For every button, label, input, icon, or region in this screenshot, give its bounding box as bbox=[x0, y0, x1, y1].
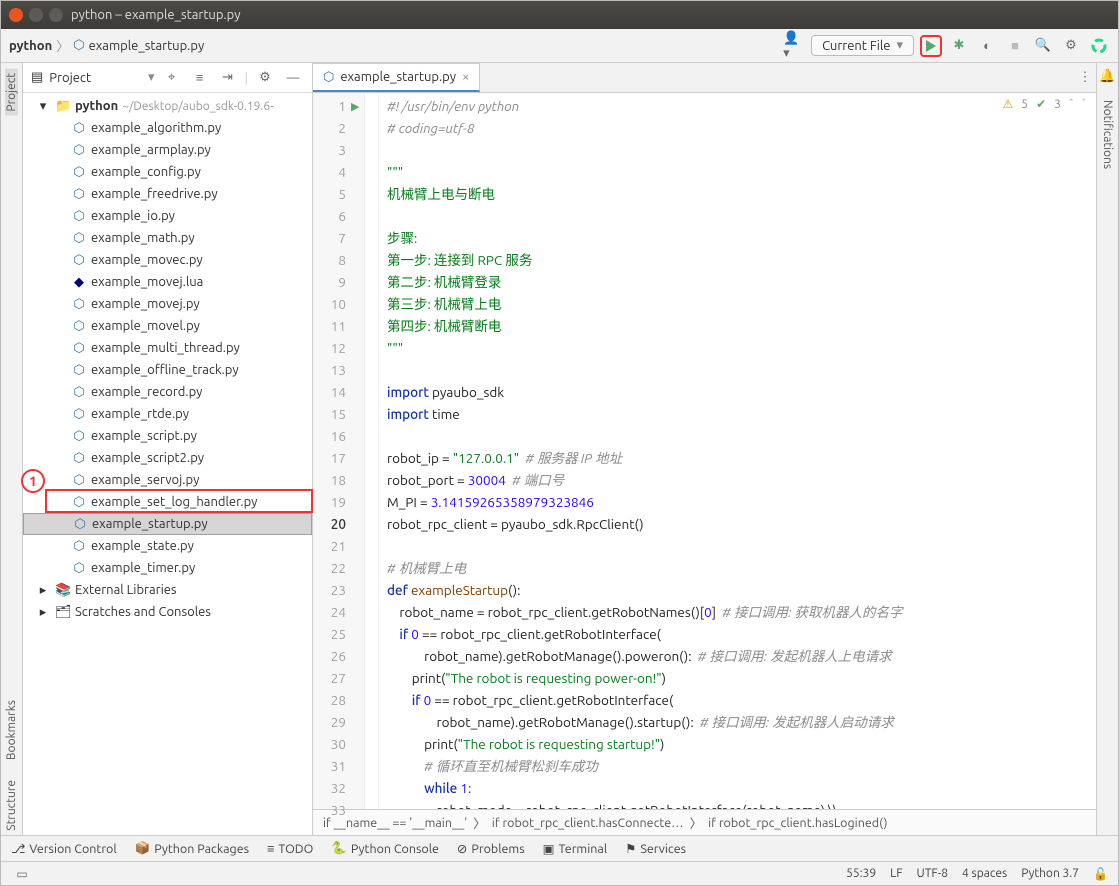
code-editor[interactable]: ▶ 12345678910111213141516171819202122232… bbox=[313, 93, 1096, 809]
lock-icon[interactable]: 🔓 bbox=[1093, 867, 1108, 881]
tool-notifications[interactable]: Notifications bbox=[1101, 96, 1114, 173]
select-open-file-icon[interactable]: ⌖ bbox=[161, 67, 183, 89]
python-file-icon: ⬡ bbox=[73, 38, 84, 53]
window-minimize-button[interactable] bbox=[29, 8, 43, 22]
gear-icon[interactable]: ⚙ bbox=[254, 67, 276, 89]
warning-icon: ⚠ bbox=[1003, 97, 1014, 111]
inspection-widget[interactable]: ⚠5 ✔3 ˆ ˇ bbox=[1003, 97, 1086, 111]
chevron-down-icon: ▾ bbox=[896, 38, 903, 53]
file-example_timer-py[interactable]: ⬡example_timer.py bbox=[23, 557, 312, 579]
tool-bookmarks[interactable]: Bookmarks bbox=[5, 696, 18, 764]
run-coverage-button[interactable]: ◐ bbox=[976, 35, 998, 57]
tool-problems[interactable]: ⊘Problems bbox=[457, 841, 525, 856]
bottom-tool-bar: ⎇Version Control 📦Python Packages ≡TODO 🐍Py… bbox=[1, 835, 1118, 861]
collapse-all-icon[interactable]: ⇥ bbox=[217, 67, 239, 89]
file-example_script2-py[interactable]: ⬡example_script2.py bbox=[23, 447, 312, 469]
tool-python-packages[interactable]: 📦Python Packages bbox=[135, 841, 249, 856]
file-example_multi_thread-py[interactable]: ⬡example_multi_thread.py bbox=[23, 337, 312, 359]
indent-settings[interactable]: 4 spaces bbox=[962, 867, 1007, 880]
file-example_script-py[interactable]: ⬡example_script.py bbox=[23, 425, 312, 447]
bell-icon[interactable]: 🔔 bbox=[1099, 69, 1115, 84]
tool-todo[interactable]: ≡TODO bbox=[267, 842, 313, 856]
file-example_movel-py[interactable]: ⬡example_movel.py bbox=[23, 315, 312, 337]
file-example_freedrive-py[interactable]: ⬡example_freedrive.py bbox=[23, 183, 312, 205]
project-tree[interactable]: ▾📁python~/Desktop/aubo_sdk-0.19.6-⬡examp… bbox=[23, 93, 312, 835]
tool-terminal[interactable]: ▣Terminal bbox=[543, 841, 607, 856]
chevron-down-icon[interactable]: ▾ bbox=[148, 70, 155, 85]
project-root[interactable]: ▾📁python~/Desktop/aubo_sdk-0.19.6- bbox=[23, 95, 312, 117]
left-tool-strip: Project Bookmarks Structure bbox=[1, 63, 23, 835]
window-title: python – example_startup.py bbox=[71, 8, 240, 22]
folder-icon: ▤ bbox=[31, 70, 43, 85]
chevron-down-icon[interactable]: ˇ bbox=[1081, 98, 1086, 111]
debug-button[interactable]: ✱ bbox=[948, 35, 970, 57]
python-file-icon: ⬡ bbox=[323, 70, 334, 85]
file-example_movec-py[interactable]: ⬡example_movec.py bbox=[23, 249, 312, 271]
code-content[interactable]: #! /usr/bin/env python# coding=utf-8 """… bbox=[379, 93, 1096, 809]
run-button[interactable] bbox=[920, 35, 942, 57]
search-icon[interactable]: 🔍 bbox=[1032, 35, 1054, 57]
main-toolbar: python 〉 ⬡ example_startup.py 👤▾ Current… bbox=[1, 29, 1118, 63]
tool-project[interactable]: Project bbox=[5, 69, 18, 116]
file-example_movej-lua[interactable]: ◆example_movej.lua bbox=[23, 271, 312, 293]
project-panel-title[interactable]: Project bbox=[49, 71, 142, 85]
project-sidebar: ▤ Project ▾ ⌖ ≡ ⇥ | ⚙ — ▾📁python~/Deskto… bbox=[23, 63, 313, 835]
hide-panel-icon[interactable]: — bbox=[282, 67, 304, 89]
expand-all-icon[interactable]: ≡ bbox=[189, 67, 211, 89]
file-example_offline_track-py[interactable]: ⬡example_offline_track.py bbox=[23, 359, 312, 381]
file-example_rtde-py[interactable]: ⬡example_rtde.py bbox=[23, 403, 312, 425]
editor-area: ⬡ example_startup.py × ⋮ ▶ 1234567891011… bbox=[313, 63, 1096, 835]
tab-example-startup[interactable]: ⬡ example_startup.py × bbox=[312, 63, 480, 92]
status-bar: ▭ 55:39 LF UTF-8 4 spaces Python 3.7 🔓 bbox=[1, 861, 1118, 885]
file-example_servoj-py[interactable]: ⬡example_servoj.py bbox=[23, 469, 312, 491]
window-close-button[interactable] bbox=[9, 8, 23, 22]
breadcrumb-root[interactable]: python bbox=[9, 39, 52, 53]
line-separator[interactable]: LF bbox=[890, 867, 902, 880]
cursor-position[interactable]: 55:39 bbox=[846, 867, 876, 880]
status-menu-icon[interactable]: ▭ bbox=[11, 863, 33, 885]
editor-tabs: ⬡ example_startup.py × ⋮ bbox=[313, 63, 1096, 93]
editor-breadcrumb[interactable]: if __name__ == '__main__'〉 if robot_rpc_… bbox=[313, 809, 1096, 835]
tool-python-console[interactable]: 🐍Python Console bbox=[331, 841, 439, 856]
chevron-right-icon: 〉 bbox=[56, 36, 69, 55]
jetbrains-icon[interactable] bbox=[1088, 35, 1110, 57]
tree-scratches-and-consoles[interactable]: ▸🗂Scratches and Consoles bbox=[23, 601, 312, 623]
stop-button[interactable]: ■ bbox=[1004, 35, 1026, 57]
breadcrumb-file[interactable]: example_startup.py bbox=[89, 39, 205, 53]
annotation-1: 1 bbox=[21, 469, 45, 493]
tree-external-libraries[interactable]: ▸📚External Libraries bbox=[23, 579, 312, 601]
check-icon: ✔ bbox=[1036, 97, 1046, 111]
settings-icon[interactable]: ⚙ bbox=[1060, 35, 1082, 57]
fold-column[interactable] bbox=[365, 93, 379, 809]
file-example_io-py[interactable]: ⬡example_io.py bbox=[23, 205, 312, 227]
close-tab-icon[interactable]: × bbox=[462, 70, 469, 84]
breadcrumb[interactable]: python 〉 ⬡ example_startup.py bbox=[9, 36, 204, 55]
os-titlebar: python – example_startup.py bbox=[1, 1, 1118, 29]
chevron-up-icon[interactable]: ˆ bbox=[1069, 98, 1074, 111]
tab-actions-icon[interactable]: ⋮ bbox=[1074, 67, 1096, 89]
right-tool-strip: 🔔 Notifications bbox=[1096, 63, 1118, 835]
file-example_movej-py[interactable]: ⬡example_movej.py bbox=[23, 293, 312, 315]
file-example_math-py[interactable]: ⬡example_math.py bbox=[23, 227, 312, 249]
tool-version-control[interactable]: ⎇Version Control bbox=[11, 841, 117, 856]
user-menu-icon[interactable]: 👤▾ bbox=[783, 35, 805, 57]
file-encoding[interactable]: UTF-8 bbox=[917, 867, 948, 880]
file-example_algorithm-py[interactable]: ⬡example_algorithm.py bbox=[23, 117, 312, 139]
tool-services[interactable]: ⚑Services bbox=[625, 841, 686, 856]
file-example_armplay-py[interactable]: ⬡example_armplay.py bbox=[23, 139, 312, 161]
file-example_set_log_handler-py[interactable]: ⬡example_set_log_handler.py bbox=[23, 491, 312, 513]
file-example_state-py[interactable]: ⬡example_state.py bbox=[23, 535, 312, 557]
file-example_config-py[interactable]: ⬡example_config.py bbox=[23, 161, 312, 183]
file-example_record-py[interactable]: ⬡example_record.py bbox=[23, 381, 312, 403]
interpreter[interactable]: Python 3.7 bbox=[1021, 867, 1079, 880]
tool-structure[interactable]: Structure bbox=[5, 776, 18, 835]
file-example_startup-py[interactable]: ⬡example_startup.py bbox=[23, 513, 312, 535]
line-number-gutter[interactable]: ▶ 12345678910111213141516171819202122232… bbox=[313, 93, 365, 809]
run-config-selector[interactable]: Current File ▾ bbox=[811, 35, 914, 56]
window-maximize-button[interactable] bbox=[49, 8, 63, 22]
run-gutter-icon[interactable]: ▶ bbox=[351, 96, 359, 118]
